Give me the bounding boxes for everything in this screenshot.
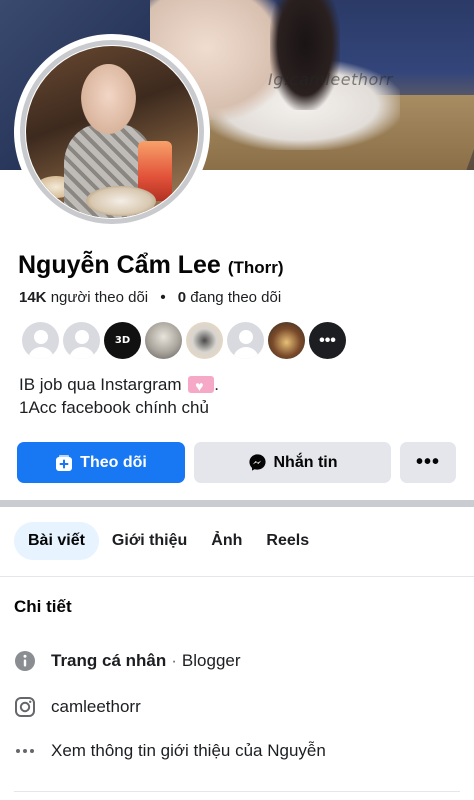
tabs-divider	[0, 576, 474, 577]
info-icon	[14, 650, 36, 672]
profile-stats: 14K người theo dõi • 0 đang theo dõi	[19, 289, 281, 306]
avatar-photo	[26, 46, 198, 218]
message-button[interactable]: Nhắn tin	[194, 442, 391, 483]
follower-avatar-default[interactable]	[63, 322, 100, 359]
detail-page-type: Trang cá nhân · Blogger	[14, 650, 241, 672]
instagram-icon	[14, 696, 36, 718]
follower-avatar-photo[interactable]	[268, 322, 305, 359]
follower-avatar-default[interactable]	[227, 322, 264, 359]
follow-button[interactable]: Theo dõi	[17, 442, 185, 483]
bio-line-2: 1Acc facebook chính chủ	[19, 398, 209, 417]
avatar-face	[81, 64, 136, 134]
following-label[interactable]: đang theo dõi	[190, 289, 281, 306]
add-follow-icon	[55, 454, 73, 472]
follower-avatar-badge[interactable]: 3D	[104, 322, 141, 359]
tab-photos[interactable]: Ảnh	[200, 522, 253, 560]
detail-instagram[interactable]: camleethorr	[14, 696, 141, 718]
following-count[interactable]: 0	[178, 289, 186, 306]
profile-avatar[interactable]	[14, 34, 210, 230]
cover-watermark: Ig:camleethorr	[268, 70, 393, 89]
instagram-handle: camleethorr	[51, 697, 141, 716]
page-type-label: Trang cá nhân	[51, 651, 167, 670]
details-title: Chi tiết	[14, 597, 72, 616]
followers-label[interactable]: người theo dõi	[51, 289, 148, 306]
follower-avatar-photo[interactable]	[186, 322, 223, 359]
ellipsis-icon: •••	[415, 451, 440, 473]
tab-posts[interactable]: Bài viết	[14, 522, 99, 560]
section-separator	[0, 500, 474, 507]
page-category: Blogger	[181, 651, 241, 670]
profile-tabs: Bài viết Giới thiệu Ảnh Reels	[14, 522, 322, 560]
follower-avatar-photo[interactable]	[145, 322, 182, 359]
bottom-divider	[14, 791, 460, 792]
cover-hair	[270, 0, 340, 110]
ellipsis-icon	[14, 740, 36, 762]
bio-line-1: IB job qua Instargram	[19, 375, 182, 394]
profile-name: Nguyễn Cẩm Lee	[18, 251, 221, 279]
more-followers-icon[interactable]: •••	[309, 322, 346, 359]
detail-see-more[interactable]: Xem thông tin giới thiệu của Nguyễn	[14, 740, 326, 762]
stats-separator: •	[160, 289, 166, 306]
tab-about[interactable]: Giới thiệu	[101, 522, 198, 560]
message-label: Nhắn tin	[273, 453, 338, 471]
follower-avatar-default[interactable]	[22, 322, 59, 359]
profile-nickname: (Thorr)	[227, 258, 284, 277]
detail-separator: ·	[171, 651, 177, 670]
profile-bio: IB job qua Instargram . 1Acc facebook ch…	[19, 373, 219, 419]
tab-reels[interactable]: Reels	[255, 522, 320, 560]
see-more-about: Xem thông tin giới thiệu của Nguyễn	[51, 741, 326, 760]
more-options-button[interactable]: •••	[400, 442, 456, 483]
heart-letter-icon	[188, 375, 215, 398]
profile-name-row: Nguyễn Cẩm Lee (Thorr)	[18, 251, 284, 280]
follow-label: Theo dõi	[80, 453, 147, 471]
followers-count[interactable]: 14K	[19, 289, 47, 306]
follower-avatars: 3D •••	[22, 322, 350, 359]
messenger-icon	[248, 453, 267, 472]
follower-badge-text: 3D	[114, 335, 131, 346]
avatar-plate	[86, 186, 156, 216]
